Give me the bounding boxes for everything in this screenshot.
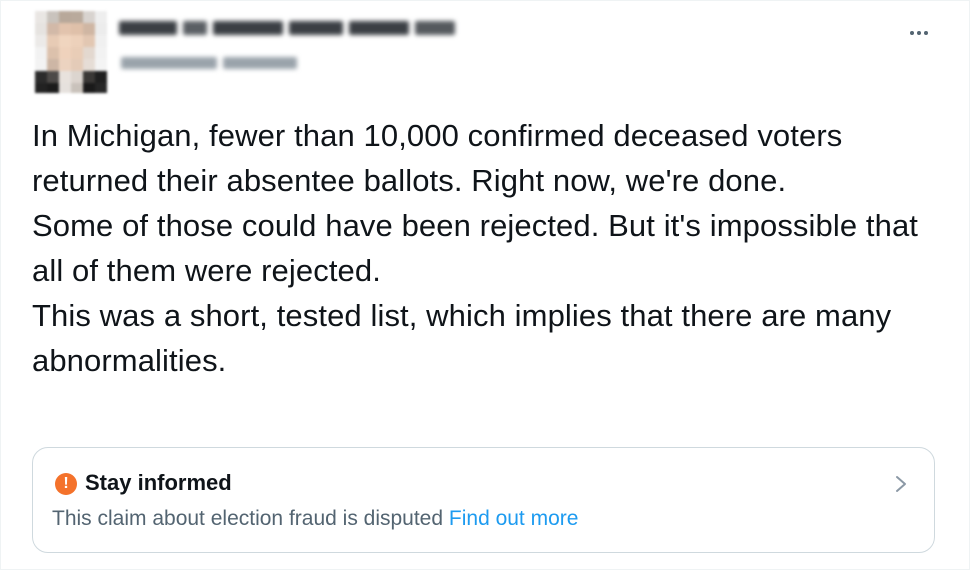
tweet-line: In Michigan, fewer than 10,000 confirmed… <box>32 118 843 198</box>
author-handle[interactable] <box>121 53 311 73</box>
chevron-right-icon <box>896 476 906 492</box>
author-display-name[interactable] <box>119 16 501 40</box>
avatar[interactable] <box>35 11 107 93</box>
tweet-text: In Michigan, fewer than 10,000 confirmed… <box>32 113 952 383</box>
exclamation-circle-icon: ! <box>55 473 77 495</box>
find-out-more-link[interactable]: Find out more <box>449 507 579 530</box>
tweet-line: Some of those could have been rejected. … <box>32 208 918 288</box>
more-horizontal-icon[interactable] <box>904 23 934 43</box>
tweet-line: This was a short, tested list, which imp… <box>32 298 892 378</box>
notice-title: Stay informed <box>85 470 232 495</box>
notice-body-text: This claim about election fraud is dispu… <box>52 507 444 530</box>
notice-body: This claim about election fraud is dispu… <box>52 507 578 531</box>
tweet-card: In Michigan, fewer than 10,000 confirmed… <box>0 0 970 570</box>
stay-informed-notice[interactable]: ! Stay informed This claim about electio… <box>32 447 935 553</box>
